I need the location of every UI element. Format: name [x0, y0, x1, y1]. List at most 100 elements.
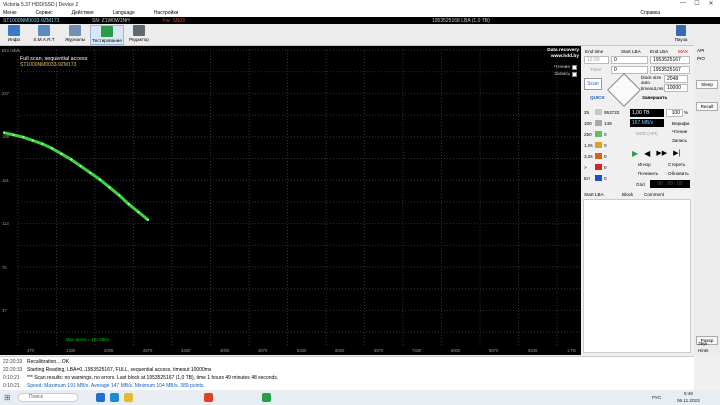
editor-tab-button[interactable]: Редактор [126, 25, 152, 45]
explorer-icon[interactable] [124, 393, 133, 402]
end-icon[interactable]: ▶| [673, 149, 680, 159]
action-ignore[interactable]: Игнор [638, 162, 651, 167]
taskbar-search[interactable]: Поиск [18, 393, 78, 402]
sound-checkbox[interactable]: Звук [698, 341, 707, 346]
hdd-by-logo: Data recovery www.hdd.by [547, 48, 579, 59]
read-speed-point [70, 158, 73, 161]
playback-controls: ▶ ◀ ▶▶ ▶| [630, 149, 690, 159]
bottom-options: Звук Hints [694, 334, 720, 355]
x-tick-label: 2000 [104, 348, 114, 353]
read-speed-point [50, 147, 54, 150]
victoria-icon[interactable] [262, 393, 271, 402]
sleep-button[interactable]: Sleep [696, 80, 718, 89]
col-start-lba: Start LBA [584, 192, 604, 197]
write-checkbox[interactable]: Запись [554, 72, 577, 77]
block-size-field[interactable]: 2048 [664, 75, 688, 83]
start-lba-field[interactable]: 0 [611, 56, 648, 64]
menu-item-help[interactable]: Справка [640, 10, 660, 16]
y-tick-label: 151 [2, 178, 9, 183]
block-swatch [595, 131, 602, 137]
clock-date[interactable]: 06.11.2023 [677, 398, 700, 403]
scan-button[interactable]: Scan [584, 78, 602, 90]
app-icon[interactable] [204, 393, 213, 402]
clock-time[interactable]: 5:46 [684, 391, 693, 396]
x-tick-label: 6000 [335, 348, 345, 353]
device-model: ST1000NM0033-9ZM173 [3, 17, 60, 24]
test-tab-button[interactable]: Тестирование [90, 25, 124, 45]
read-speed-point [22, 135, 25, 139]
device-firmware: Fw: SN03 [163, 17, 185, 24]
pause-icon [676, 25, 686, 36]
block-label: 1,0s [584, 143, 593, 148]
start-lba-label: Start LBA [621, 49, 641, 54]
language-indicator[interactable]: РУС [652, 395, 661, 400]
action-erase[interactable]: Стереть [668, 162, 685, 167]
block-count: 0 [604, 154, 607, 159]
back-icon[interactable]: ◀ [644, 149, 650, 159]
timeout-field[interactable]: 10000 [664, 84, 688, 92]
close-button[interactable]: ✕ [704, 0, 718, 7]
read-checkbox[interactable]: Чтение [554, 65, 577, 70]
api-radio[interactable]: API [697, 48, 704, 53]
current-lba-field[interactable]: 1953525167 [650, 66, 690, 74]
quick-label[interactable]: QUICK [590, 95, 605, 100]
hints-checkbox[interactable]: Hints [698, 348, 708, 353]
mode-verify[interactable]: Верифи. [672, 121, 690, 126]
info-tab-button[interactable]: Инфо [2, 25, 26, 45]
menu-item-language[interactable]: Language [110, 10, 141, 16]
read-speed-point [89, 171, 92, 175]
block-count: 0 [604, 165, 607, 170]
end-time-field[interactable]: 12:00 [584, 56, 609, 64]
read-speed-point [118, 194, 121, 197]
task-view-icon[interactable] [96, 393, 105, 402]
skip-icon[interactable]: ▶▶ [656, 149, 667, 159]
windows-start-icon[interactable]: ⊞ [4, 393, 11, 402]
log-row: 22:20:33 Recalibration... OK [3, 359, 69, 365]
action-remap[interactable]: Починить [638, 171, 658, 176]
read-speed-point [146, 218, 150, 222]
read-speed-line [3, 131, 149, 221]
block-swatch [595, 153, 602, 159]
ddd-api-label[interactable]: DDD (API) [636, 131, 658, 136]
info-icon [8, 25, 20, 36]
graph-model: ST1000NM0033-9ZM173 [20, 62, 77, 68]
timeout-label: timeout,ms [641, 86, 664, 91]
edge-icon[interactable] [110, 393, 119, 402]
x-tick-label: 470 [27, 348, 34, 353]
end-lba-field[interactable]: 1953525167 [650, 56, 690, 64]
block-swatch [595, 142, 602, 148]
mode-read[interactable]: Чтение [672, 129, 687, 134]
x-tick-label: 4000 [220, 348, 230, 353]
read-speed-point [31, 139, 34, 142]
pio-radio[interactable]: PIO [697, 56, 705, 61]
log-row: 0:10:21 Speed: Maximum 191 MB/s. Average … [3, 383, 205, 389]
device-capacity: 1953525168 LBA (1,0 TB) [432, 17, 490, 24]
device-status-line: ST1000NM0033-9ZM173 SN: Z1W0W1NH Fw: SN0… [0, 17, 720, 24]
recall-button[interactable]: Recall [696, 102, 718, 111]
progress-percent: 100 [666, 109, 683, 117]
block-label: 250 [584, 132, 592, 137]
menu-item-actions[interactable]: Действия [69, 10, 100, 16]
action-refresh[interactable]: Обновить [668, 171, 689, 176]
auto-label: auto [641, 80, 650, 85]
y-tick-label: 113 [2, 221, 9, 226]
pause-button[interactable]: Пауза [669, 25, 693, 45]
direction-pad[interactable] [607, 73, 641, 107]
bad-blocks-table[interactable] [583, 199, 691, 353]
windows-taskbar: ⊞ Поиск РУС 5:46 06.11.2023 [0, 390, 720, 405]
x-tick-label: 8670 [489, 348, 499, 353]
minimize-button[interactable]: — [676, 0, 690, 7]
block-swatch [595, 175, 602, 181]
x-tick-label: 7330 [412, 348, 422, 353]
grid-checkbox[interactable]: Grid [636, 182, 645, 187]
timer-field[interactable]: 0 [611, 66, 648, 74]
maximize-button[interactable]: ☐ [690, 0, 704, 7]
menu-item-service[interactable]: Сервис [33, 10, 59, 16]
menu-item-settings[interactable]: Настройки [151, 10, 185, 16]
smart-tab-button[interactable]: S.M.A.R.T [30, 25, 58, 45]
journal-tab-button[interactable]: Журналы [62, 25, 88, 45]
play-icon[interactable]: ▶ [632, 149, 638, 159]
mode-write[interactable]: Запись [672, 138, 687, 143]
menu-item-menu[interactable]: Меню [0, 10, 23, 16]
block-swatch [595, 164, 602, 170]
